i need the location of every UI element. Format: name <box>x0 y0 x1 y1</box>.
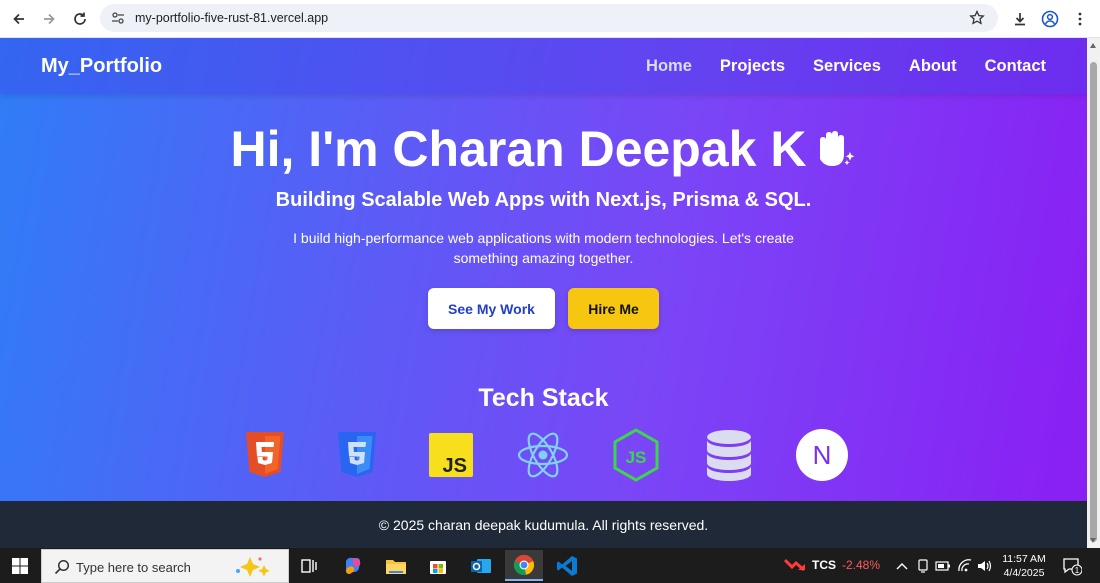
html5-icon <box>238 428 292 482</box>
tray-battery[interactable] <box>935 558 951 574</box>
hire-me-button[interactable]: Hire Me <box>568 288 659 329</box>
profile-icon <box>1041 10 1059 28</box>
site-footer: © 2025 charan deepak kudumula. All right… <box>0 501 1087 548</box>
footer-copyright: © 2025 charan deepak kudumula. All right… <box>378 516 709 533</box>
scroll-down-arrow[interactable] <box>1090 538 1096 543</box>
battery-icon <box>935 561 950 571</box>
url-text[interactable]: my-portfolio-five-rust-81.vercel.app <box>135 11 328 25</box>
clock-time: 11:57 AM <box>1002 553 1046 565</box>
bookmark-button[interactable] <box>968 9 986 27</box>
arrow-left-icon <box>13 13 24 25</box>
tray-meet-now[interactable] <box>915 558 931 574</box>
node-label: JS <box>626 448 647 467</box>
volume-icon <box>978 560 992 572</box>
profile-button[interactable] <box>1039 8 1061 30</box>
taskbar-store[interactable] <box>419 550 457 581</box>
waving-hand-icon <box>820 130 855 166</box>
page-viewport: My_Portfolio Home Projects Services Abou… <box>0 38 1087 548</box>
notification-count: 1 <box>1075 566 1080 575</box>
task-view-icon <box>301 558 317 573</box>
browser-menu-button[interactable] <box>1069 8 1091 30</box>
tray-volume[interactable] <box>977 558 993 574</box>
folder-icon <box>386 559 406 574</box>
notification-icon: 1 <box>1063 558 1083 576</box>
nav-contact[interactable]: Contact <box>985 57 1046 76</box>
forward-button[interactable] <box>38 8 60 30</box>
stock-widget[interactable]: TCS -2.48% <box>784 558 880 572</box>
back-button[interactable] <box>8 8 30 30</box>
stock-down-arrow-icon <box>784 558 805 572</box>
windows-logo-icon <box>12 557 28 574</box>
css3-icon <box>330 428 384 482</box>
site-navbar: My_Portfolio Home Projects Services Abou… <box>0 38 1087 94</box>
page-scrollbar[interactable] <box>1087 38 1100 548</box>
task-view-button[interactable] <box>290 550 328 581</box>
taskbar-search-placeholder: Type here to search <box>76 560 191 575</box>
nextjs-icon: N <box>795 428 849 482</box>
see-my-work-button[interactable]: See My Work <box>428 288 555 329</box>
taskbar-search-box[interactable]: Type here to search <box>41 549 289 583</box>
arrow-right-icon <box>44 13 55 25</box>
vscode-icon <box>557 555 577 576</box>
star-icon <box>969 10 985 25</box>
tune-icon <box>112 12 124 24</box>
next-label: N <box>813 440 832 470</box>
database-icon <box>702 428 756 482</box>
nav-home[interactable]: Home <box>646 57 692 76</box>
nav-about[interactable]: About <box>909 57 957 76</box>
downloads-button[interactable] <box>1009 8 1031 30</box>
windows-taskbar: Type here to search TCS -2.48% 11:57 AM … <box>0 548 1100 583</box>
scrollbar-thumb[interactable] <box>1090 62 1097 542</box>
javascript-icon: JS <box>424 428 478 482</box>
copilot-icon <box>345 557 361 574</box>
tray-network[interactable] <box>957 558 973 574</box>
chevron-up-icon <box>896 563 908 570</box>
wifi-icon <box>958 559 972 572</box>
start-button[interactable] <box>0 548 40 583</box>
search-icon <box>54 559 70 575</box>
nav-services[interactable]: Services <box>813 57 881 76</box>
clock-date: 4/4/2025 <box>1003 567 1045 579</box>
show-hidden-icons-button[interactable] <box>894 558 910 574</box>
site-info-button[interactable] <box>110 10 126 26</box>
taskbar-chrome[interactable] <box>505 550 543 581</box>
hero-subtitle: Building Scalable Web Apps with Next.js,… <box>275 189 812 211</box>
browser-toolbar: my-portfolio-five-rust-81.vercel.app <box>0 0 1100 38</box>
tech-stack-title: Tech Stack <box>478 384 609 412</box>
reload-button[interactable] <box>69 8 91 30</box>
taskbar-clock[interactable]: 11:57 AM 4/4/2025 <box>998 552 1050 580</box>
scroll-up-arrow[interactable] <box>1090 43 1096 48</box>
reload-icon <box>74 12 86 25</box>
taskbar-vscode[interactable] <box>548 550 586 581</box>
nav-links: Home Projects Services About Contact <box>646 57 1046 76</box>
hero-title-text: Hi, I'm Charan Deepak K <box>230 121 807 177</box>
nav-projects[interactable]: Projects <box>720 57 785 76</box>
notification-center-button[interactable]: 1 <box>1062 556 1083 576</box>
address-bar[interactable]: my-portfolio-five-rust-81.vercel.app <box>100 4 998 32</box>
kebab-menu-icon <box>1078 12 1082 26</box>
taskbar-file-explorer[interactable] <box>377 550 415 581</box>
download-icon <box>1015 13 1025 26</box>
device-icon <box>918 559 928 573</box>
react-icon <box>516 428 570 482</box>
chrome-icon <box>513 554 535 575</box>
outlook-icon <box>471 558 491 573</box>
nodejs-icon: JS <box>609 428 663 482</box>
taskbar-copilot[interactable] <box>334 550 372 581</box>
hero-title: Hi, I'm Charan Deepak K <box>0 120 1087 178</box>
copilot-sparkle-icon <box>236 557 270 577</box>
taskbar-outlook[interactable] <box>462 550 500 581</box>
stock-name: TCS <box>812 558 836 572</box>
js-label: JS <box>443 455 467 477</box>
store-icon <box>430 560 446 574</box>
stock-change: -2.48% <box>842 558 881 572</box>
hero-description: I build high-performance web application… <box>293 230 794 266</box>
site-logo[interactable]: My_Portfolio <box>41 55 162 78</box>
